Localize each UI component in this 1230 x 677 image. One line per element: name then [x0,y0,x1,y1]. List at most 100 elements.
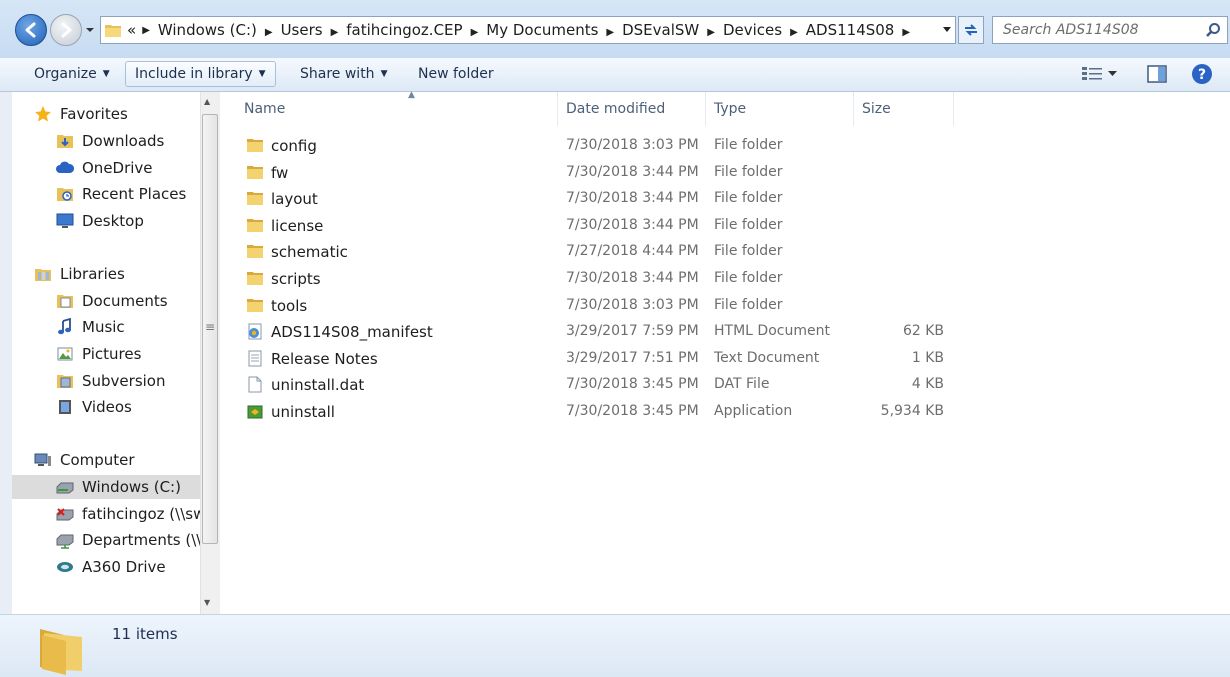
documents-icon [57,295,73,308]
folder-icon [105,25,121,37]
nav-item-label: Pictures [82,345,142,363]
file-row[interactable]: uninstall 7/30/2018 3:45 PM Application 5,9… [220,399,980,425]
new-folder-button[interactable]: New folder [409,61,503,87]
chevron-right-icon[interactable]: ▶ [902,27,910,38]
nav-section-favorites[interactable]: Favorites [12,102,202,126]
file-row[interactable]: schematic 7/27/2018 4:44 PM File folder [220,239,980,265]
chevron-right-icon[interactable]: ▶ [707,27,715,38]
music-icon [58,318,71,335]
nav-item-label: Videos [82,398,132,416]
chevron-right-icon[interactable]: ▶ [265,27,273,38]
breadcrumb: Windows (C:) ▶ Users ▶ fatihcingoz.CEP ▶ My Do… [158,21,918,39]
file-name: schematic [271,243,348,262]
nav-item-label: Computer [60,451,135,469]
back-arrow-icon [25,22,36,38]
file-type: DAT File [714,376,770,393]
nav-item-label: Subversion [82,372,166,390]
file-type: File folder [714,243,783,260]
organize-button[interactable]: Organize ▼ [25,61,119,87]
chevron-down-icon: ▼ [102,69,110,79]
search-input[interactable] [1001,21,1201,39]
folder-icon [247,298,263,312]
file-row[interactable]: uninstall.dat 7/30/2018 3:45 PM DAT File 4 … [220,372,980,398]
file-row[interactable]: layout 7/30/2018 3:44 PM File folder [220,186,980,212]
preview-pane-button[interactable] [1143,62,1171,86]
include-in-library-button[interactable]: Include in library ▼ [125,61,276,87]
scroll-down-arrow[interactable]: ▼ [204,598,210,607]
videos-icon [59,400,71,414]
breadcrumb-item[interactable]: fatihcingoz.CEP [346,21,462,39]
nav-item-music[interactable]: Music [12,315,202,339]
breadcrumb-item[interactable]: ADS114S08 [806,21,895,39]
file-date-modified: 7/30/2018 3:44 PM [566,270,699,286]
column-header-date[interactable]: Date modified [558,92,706,126]
file-date-modified: 7/30/2018 3:44 PM [566,190,699,207]
folder-icon [247,192,263,206]
nav-item-fatihcingoz-swc-u[interactable]: fatihcingoz (\\swc-u [12,502,202,526]
change-view-button[interactable] [1078,62,1106,86]
breadcrumb-item[interactable]: My Documents [486,21,598,39]
chevron-right-icon[interactable]: ▶ [606,27,614,38]
file-type: File folder [714,296,783,313]
address-bar[interactable]: « ▶ Windows (C:) ▶ Users ▶ fatihcingoz.CEP ▶ M… [100,16,956,44]
search-box[interactable] [992,16,1228,44]
nav-item-videos[interactable]: Videos [12,395,202,419]
file-row[interactable]: config 7/30/2018 3:03 PM File folder [220,133,980,159]
file-name: layout [271,190,318,209]
computer-icon [34,453,51,466]
nav-item-pictures[interactable]: Pictures [12,342,202,366]
file-row[interactable]: ADS114S08_manifest 3/29/2017 7:59 PM HTML … [220,319,980,345]
file-row[interactable]: license 7/30/2018 3:44 PM File folder [220,213,980,239]
file-list: Name ▲ Date modified Type Size config 7/3… [220,90,1230,614]
nav-item-downloads[interactable]: Downloads [12,129,202,153]
breadcrumb-item[interactable]: Devices [723,21,782,39]
nav-item-departments-sw[interactable]: Departments (\\SW [12,528,202,552]
breadcrumb-overflow[interactable]: « [127,21,136,39]
chevron-down-icon: ▼ [258,69,266,79]
nav-item-subversion[interactable]: Subversion [12,369,202,393]
file-row[interactable]: scripts 7/30/2018 3:44 PM File folder [220,266,980,292]
nav-item-recent-places[interactable]: Recent Places [12,182,202,206]
file-size: 4 KB [911,376,944,393]
column-header-name[interactable]: Name ▲ [236,90,558,126]
recent-pages-dropdown[interactable] [84,24,96,36]
back-button[interactable] [15,14,47,46]
breadcrumb-item[interactable]: Windows (C:) [158,21,257,39]
nav-item-documents[interactable]: Documents [12,289,202,313]
share-with-button[interactable]: Share with ▼ [291,61,396,87]
file-row[interactable]: fw 7/30/2018 3:44 PM File folder [220,160,980,186]
refresh-button[interactable] [958,16,984,44]
file-row[interactable]: tools 7/30/2018 3:03 PM File folder [220,293,980,319]
breadcrumb-item[interactable]: DSEvalSW [622,21,699,39]
column-header-type[interactable]: Type [706,92,854,126]
file-row[interactable]: Release Notes 3/29/2017 7:51 PM Text Docum… [220,346,980,372]
scroll-up-arrow[interactable]: ▲ [204,97,210,106]
file-size: 1 KB [911,349,944,366]
search-icon[interactable] [1205,22,1221,38]
nav-item-windows-c[interactable]: Windows (C:) [12,475,202,499]
nav-item-label: Downloads [82,132,165,150]
nav-item-desktop[interactable]: Desktop [12,209,202,233]
file-type: File folder [714,163,783,180]
chevron-right-icon[interactable]: ▶ [331,27,339,38]
dat-file-icon [248,376,262,393]
nav-item-a360-drive[interactable]: A360 Drive [12,555,202,579]
view-options-dropdown[interactable] [1104,62,1120,86]
help-button[interactable]: ? [1188,62,1216,86]
chevron-right-icon[interactable]: ▶ [790,27,798,38]
nav-item-label: A360 Drive [82,558,166,576]
forward-button[interactable] [50,14,82,46]
chevron-right-icon[interactable]: ▶ [471,27,479,38]
details-view-icon [1082,67,1102,80]
nav-section-computer[interactable]: Computer [12,448,202,472]
nav-section-libraries[interactable]: Libraries [12,262,202,286]
nav-item-label: Favorites [60,105,128,123]
column-header-size[interactable]: Size [854,92,954,126]
file-name: fw [271,163,289,182]
breadcrumb-item[interactable]: Users [281,21,323,39]
file-date-modified: 7/27/2018 4:44 PM [566,243,699,260]
svg-text:?: ? [1198,67,1206,83]
nav-item-onedrive[interactable]: OneDrive [12,156,202,180]
file-size: 62 KB [902,323,944,340]
address-history-dropdown[interactable] [938,16,956,44]
